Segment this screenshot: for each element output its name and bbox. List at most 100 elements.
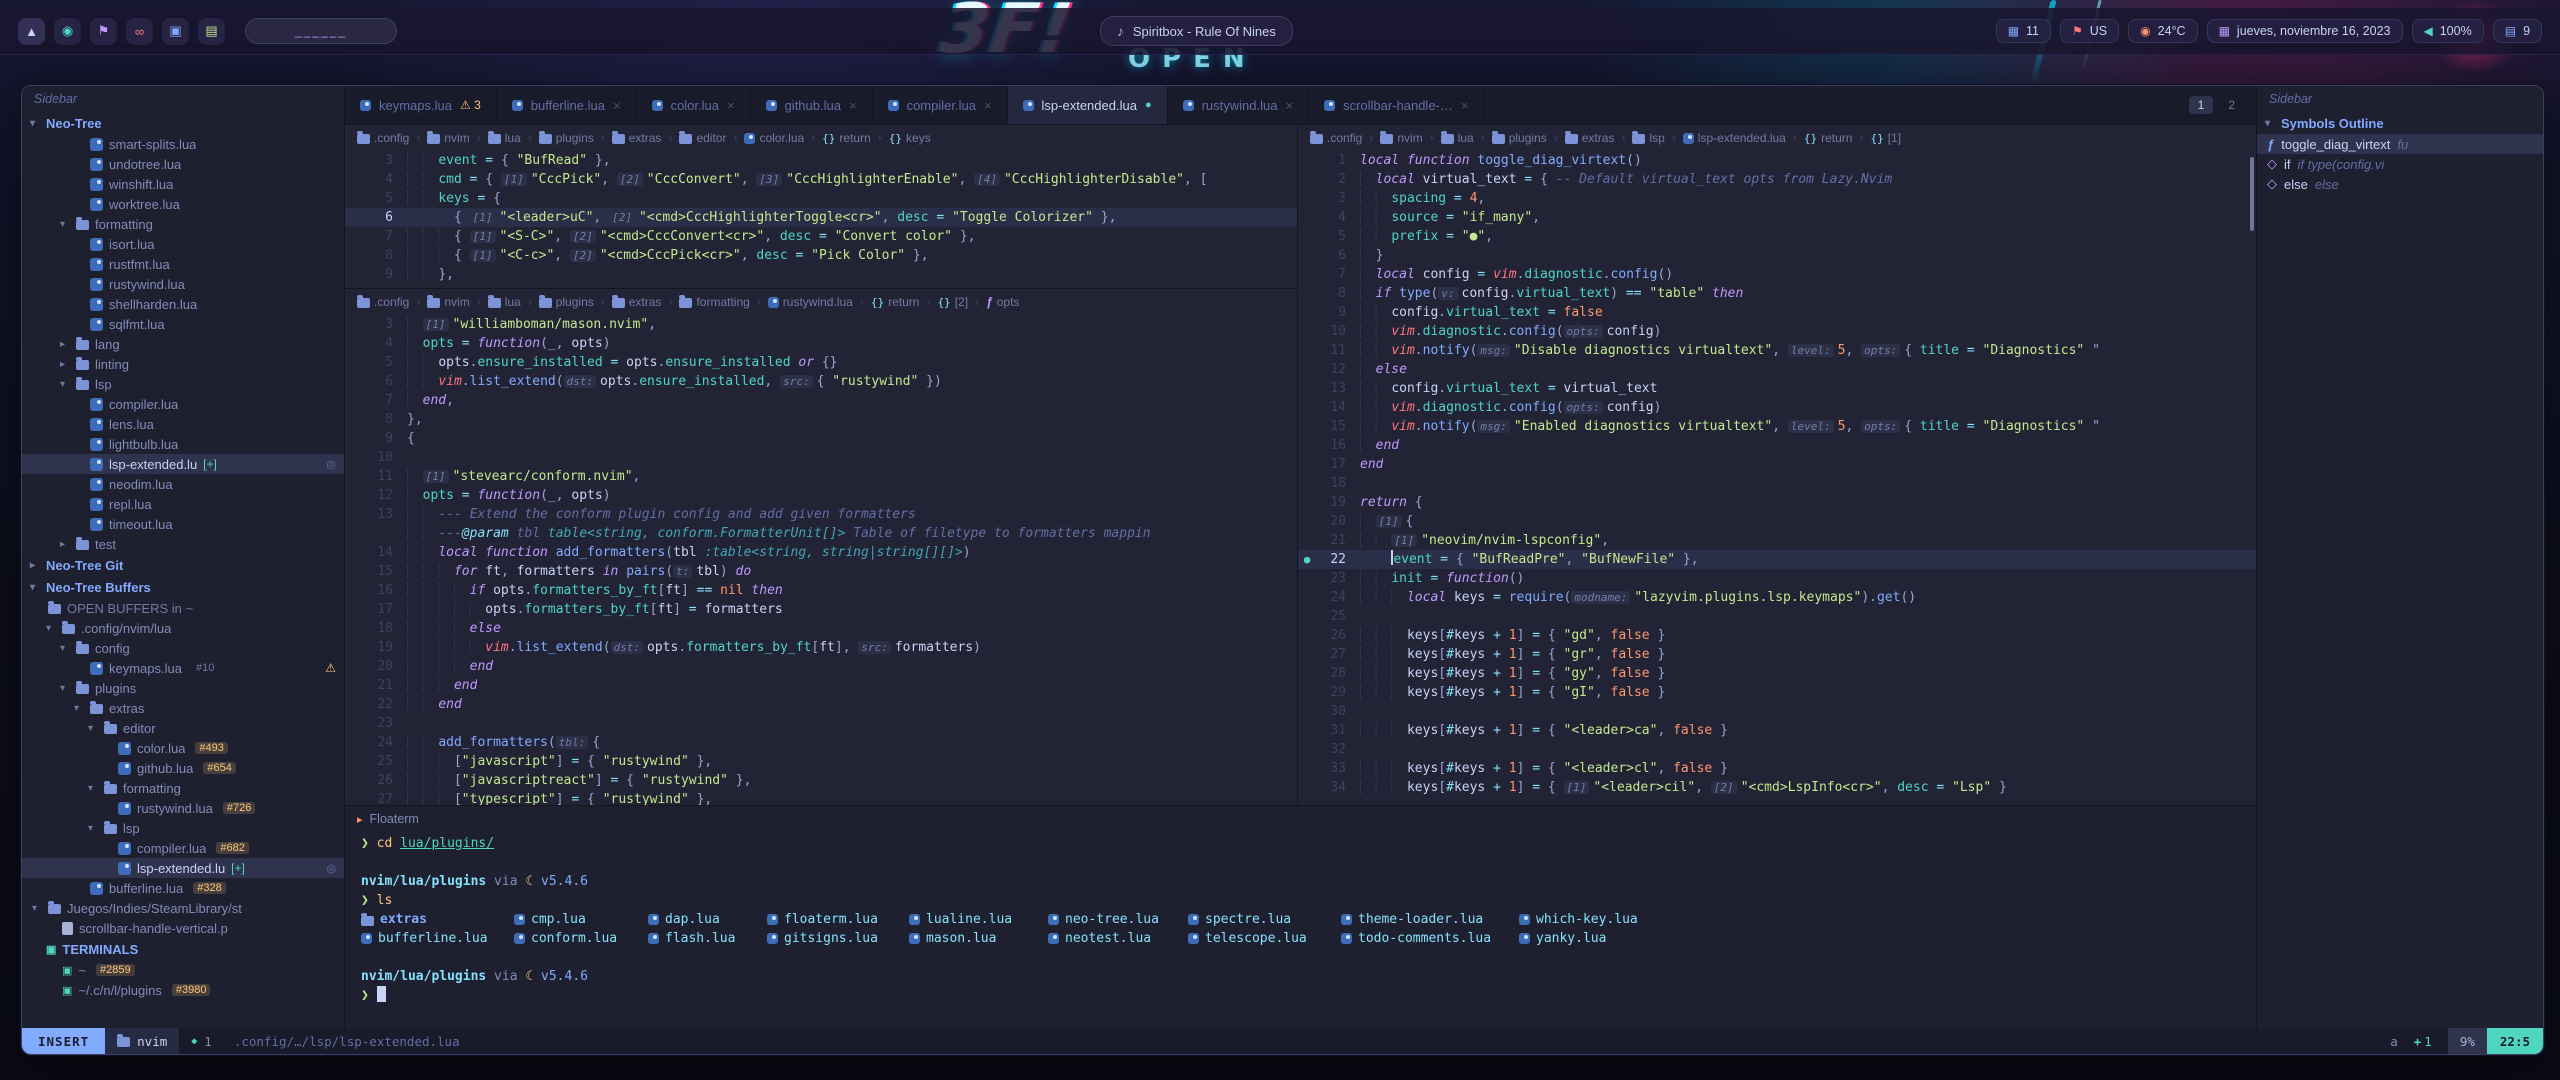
breadcrumb-item[interactable]: nvim bbox=[1380, 131, 1422, 145]
tray-module[interactable]: ▤9 bbox=[2493, 19, 2542, 43]
code-line[interactable]: 21▏ ▏ [1]"neovim/nvim-lspconfig", bbox=[1298, 531, 2256, 550]
file-entry-todo-comments-lua[interactable]: todo-comments.lua bbox=[1341, 929, 1519, 948]
tree-item[interactable]: repl.lua bbox=[22, 494, 344, 514]
breadcrumb-item[interactable]: formatting bbox=[679, 295, 749, 309]
workspace-flag-icon[interactable]: ⚑ bbox=[90, 18, 117, 45]
file-entry-neo-tree-lua[interactable]: neo-tree.lua bbox=[1048, 910, 1188, 929]
code-line[interactable]: 4▏ ▏ cmd = { [1]"CccPick", [2]"CccConver… bbox=[345, 170, 1297, 189]
terminal-body[interactable]: ❯ cd lua/plugins/nvim/lua/plugins via ☾ … bbox=[345, 832, 2256, 1028]
code-line[interactable]: 20▏ [1]{ bbox=[1298, 512, 2256, 531]
code-line[interactable]: ●22▏ ▏ event = { "BufReadPre", "BufNewFi… bbox=[1298, 550, 2256, 569]
outline-item-else[interactable]: ◇elseelse bbox=[2257, 174, 2543, 194]
code-line[interactable]: 12▏ else bbox=[1298, 360, 2256, 379]
code-line[interactable]: 8▏ if type(v:config.virtual_text) == "ta… bbox=[1298, 284, 2256, 303]
tab-lsp-extended-lua[interactable]: lsp-extended.lua● bbox=[1008, 86, 1168, 124]
code-line[interactable]: 15▏ ▏ ▏ for ft, formatters in pairs(t:tb… bbox=[345, 562, 1297, 581]
code-line[interactable]: 4▏ opts = function(_, opts) bbox=[345, 334, 1297, 353]
breadcrumb-item[interactable]: extras bbox=[612, 131, 662, 145]
tab-bufferline-lua[interactable]: bufferline.lua× bbox=[497, 86, 637, 124]
file-entry-neotest-lua[interactable]: neotest.lua bbox=[1048, 929, 1188, 948]
tree-item[interactable]: bufferline.lua#328 bbox=[22, 878, 344, 898]
breadcrumb-item[interactable]: {}keys bbox=[889, 131, 931, 145]
breadcrumb-item[interactable]: {}return bbox=[822, 131, 871, 145]
file-entry-extras[interactable]: extras bbox=[361, 910, 514, 929]
code-line[interactable]: 7▏ ▏ ▏ { [1]"<S-C>", [2]"<cmd>CccConvert… bbox=[345, 227, 1297, 246]
symbols-outline-header[interactable]: ▾ Symbols Outline bbox=[2257, 112, 2543, 134]
code-line[interactable]: 33▏ ▏ ▏ keys[#keys + 1] = { "<leader>cl"… bbox=[1298, 759, 2256, 778]
breadcrumb-item[interactable]: editor bbox=[679, 131, 726, 145]
file-entry-telescope-lua[interactable]: telescope.lua bbox=[1188, 929, 1341, 948]
color-code[interactable]: 3▏ ▏ event = { "BufRead" },4▏ ▏ cmd = { … bbox=[345, 151, 1297, 288]
tab-github-lua[interactable]: github.lua× bbox=[751, 86, 873, 124]
file-entry-mason-lua[interactable]: mason.lua bbox=[909, 929, 1048, 948]
breadcrumb-item[interactable]: plugins bbox=[539, 295, 594, 309]
code-line[interactable]: 34▏ ▏ ▏ keys[#keys + 1] = { [1]"<leader>… bbox=[1298, 778, 2256, 797]
tree-item[interactable]: ▾lsp bbox=[22, 818, 344, 838]
code-line[interactable]: 24▏ ▏ ▏ local keys = require(modname:"la… bbox=[1298, 588, 2256, 607]
code-line[interactable]: 15▏ ▏ vim.notify(msg:"Enabled diagnostic… bbox=[1298, 417, 2256, 436]
tree-item[interactable]: ▣~#2859 bbox=[22, 960, 344, 980]
code-line[interactable]: 8▏ ▏ ▏ { [1]"<C-c>", [2]"<cmd>CccPick<cr… bbox=[345, 246, 1297, 265]
code-line[interactable]: 29▏ ▏ ▏ keys[#keys + 1] = { "gI", false … bbox=[1298, 683, 2256, 702]
code-line[interactable]: 16▏ ▏ ▏ ▏ if opts.formatters_by_ft[ft] =… bbox=[345, 581, 1297, 600]
tree-item[interactable]: lens.lua bbox=[22, 414, 344, 434]
code-line[interactable]: 21▏ ▏ ▏ end bbox=[345, 676, 1297, 695]
code-line[interactable]: 19▏ ▏ ▏ ▏ ▏ vim.list_extend(dst:opts.for… bbox=[345, 638, 1297, 657]
file-entry-bufferline-lua[interactable]: bufferline.lua bbox=[361, 929, 514, 948]
tree-item[interactable]: timeout.lua bbox=[22, 514, 344, 534]
workspace-music-icon[interactable]: ◉ bbox=[54, 18, 81, 45]
code-line[interactable]: 32 bbox=[1298, 740, 2256, 759]
code-line[interactable]: 3▏ ▏ event = { "BufRead" }, bbox=[345, 151, 1297, 170]
code-line[interactable]: 9{ bbox=[345, 429, 1297, 448]
code-line[interactable]: 17▏ ▏ ▏ ▏ ▏ opts.formatters_by_ft[ft] = … bbox=[345, 600, 1297, 619]
tree-item[interactable]: compiler.lua#682 bbox=[22, 838, 344, 858]
code-line[interactable]: 27▏ ▏ ▏ keys[#keys + 1] = { "gr", false … bbox=[1298, 645, 2256, 664]
code-line[interactable]: 22▏ ▏ end bbox=[345, 695, 1297, 714]
tree-item[interactable]: neodim.lua bbox=[22, 474, 344, 494]
rustywind-code[interactable]: 3▏ [1]"williamboman/mason.nvim",4▏ opts … bbox=[345, 315, 1297, 805]
tree-item[interactable]: OPEN BUFFERS in ~ bbox=[22, 598, 344, 618]
breadcrumb-item[interactable]: lsp bbox=[1632, 131, 1664, 145]
outline-item-toggle-diag-virtext[interactable]: ƒtoggle_diag_virtextfu bbox=[2257, 134, 2543, 154]
code-line[interactable]: 6▏ ▏ vim.list_extend(dst:opts.ensure_ins… bbox=[345, 372, 1297, 391]
file-entry-conform-lua[interactable]: conform.lua bbox=[514, 929, 648, 948]
code-line[interactable]: 6▏ ▏ ▏ { [1]"<leader>uC", [2]"<cmd>CccHi… bbox=[345, 208, 1297, 227]
breadcrumb-item[interactable]: lua bbox=[1441, 131, 1474, 145]
tree-item[interactable]: ▸linting bbox=[22, 354, 344, 374]
breadcrumb-item[interactable]: lsp-extended.lua bbox=[1683, 131, 1786, 145]
tree-item[interactable]: github.lua#654 bbox=[22, 758, 344, 778]
code-line[interactable]: 1local function toggle_diag_virtext() bbox=[1298, 151, 2256, 170]
file-entry-yanky-lua[interactable]: yanky.lua bbox=[1519, 929, 1669, 948]
tree-item[interactable]: lsp-extended.lu[+]◎ bbox=[22, 454, 344, 474]
section-neo-tree-git[interactable]: ▸Neo-Tree Git bbox=[22, 554, 344, 576]
close-icon[interactable]: × bbox=[727, 98, 735, 113]
tree-item[interactable]: compiler.lua bbox=[22, 394, 344, 414]
statusline-cwd[interactable]: nvim bbox=[105, 1028, 179, 1054]
keyboard-layout-module[interactable]: ⚑US bbox=[2060, 19, 2119, 43]
window-count-module[interactable]: ▦11 bbox=[1996, 19, 2051, 43]
tree-item[interactable]: lsp-extended.lu[+]◎ bbox=[22, 858, 344, 878]
breadcrumb-item[interactable]: .config bbox=[1310, 131, 1362, 145]
tree-item[interactable]: worktree.lua bbox=[22, 194, 344, 214]
outline-item-if[interactable]: ◇ifif type(config.vi bbox=[2257, 154, 2543, 174]
window-title-pill[interactable]: ______ bbox=[245, 18, 397, 44]
date-module[interactable]: ▦jueves, noviembre 16, 2023 bbox=[2207, 19, 2403, 43]
code-line[interactable]: 8}, bbox=[345, 410, 1297, 429]
file-entry-floaterm-lua[interactable]: floaterm.lua bbox=[767, 910, 909, 929]
code-line[interactable]: 23▏ ▏ init = function() bbox=[1298, 569, 2256, 588]
tree-item[interactable]: undotree.lua bbox=[22, 154, 344, 174]
breadcrumb-item[interactable]: color.lua bbox=[744, 131, 804, 145]
breadcrumb-item[interactable]: {}return bbox=[871, 295, 920, 309]
tabpage-2[interactable]: 2 bbox=[2219, 96, 2244, 114]
file-entry-theme-loader-lua[interactable]: theme-loader.lua bbox=[1341, 910, 1519, 929]
tree-item[interactable]: rustfmt.lua bbox=[22, 254, 344, 274]
close-icon[interactable]: × bbox=[1461, 98, 1469, 113]
code-line[interactable]: 31▏ ▏ ▏ keys[#keys + 1] = { "<leader>ca"… bbox=[1298, 721, 2256, 740]
code-line[interactable]: 26▏ ▏ ▏ keys[#keys + 1] = { "gd", false … bbox=[1298, 626, 2256, 645]
code-line[interactable]: 3▏ [1]"williamboman/mason.nvim", bbox=[345, 315, 1297, 334]
code-line[interactable]: 9▏ ▏ }, bbox=[345, 265, 1297, 284]
code-line[interactable]: 14▏ ▏ local function add_formatters(tbl … bbox=[345, 543, 1297, 562]
tree-item[interactable]: lightbulb.lua bbox=[22, 434, 344, 454]
code-line[interactable]: 7▏ end, bbox=[345, 391, 1297, 410]
code-line[interactable]: 20▏ ▏ ▏ ▏ end bbox=[345, 657, 1297, 676]
